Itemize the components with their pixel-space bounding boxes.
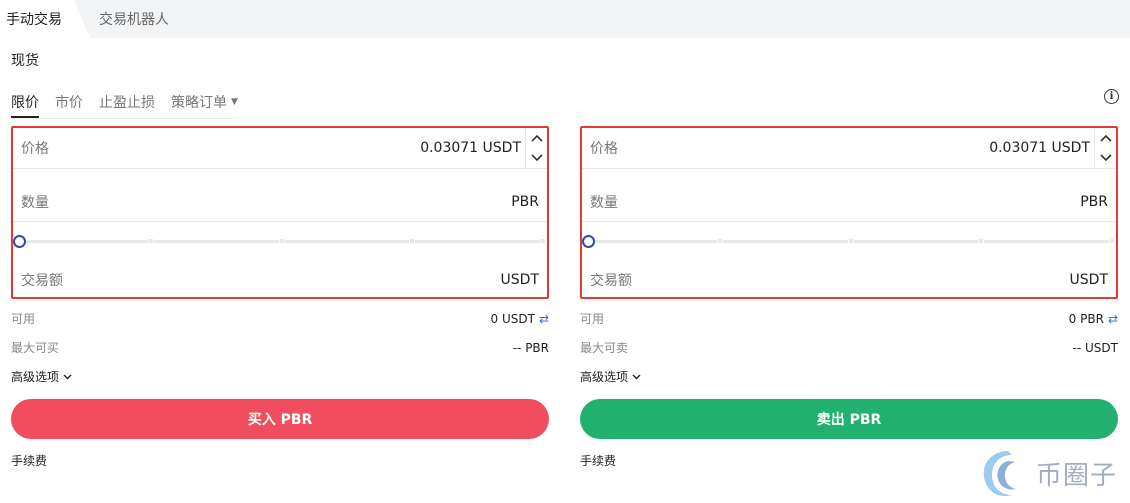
sell-form-panel: 价格 0.03071 USDT 数量 PBR 交易额 USDT [580,126,1118,299]
sell-available-row: 可用 0 PBR ⇄ [580,310,1118,327]
max-sell-value: -- USDT [1072,340,1118,355]
quantity-unit: PBR [511,193,539,210]
buy-quantity-field[interactable]: 数量 PBR [13,182,547,222]
chevron-down-icon[interactable] [1095,148,1116,168]
buy-max-row: 最大可买 -- PBR [11,339,549,356]
slider-step-mark [848,238,854,244]
buy-available-row: 可用 0 USDT ⇄ [11,310,549,327]
slider-step-mark [978,238,984,244]
tab-manual-trading[interactable]: 手动交易 [0,0,90,38]
order-tab-limit[interactable]: 限价 [11,88,39,118]
sell-button[interactable]: 卖出 PBR [580,399,1118,439]
max-buy-label: 最大可买 [11,341,60,355]
slider-step-mark [279,238,285,244]
order-tab-label: 限价 [11,95,39,111]
max-sell-label: 最大可卖 [580,341,629,355]
swap-arrows-icon[interactable]: ⇄ [1108,312,1118,326]
chevron-up-icon[interactable] [526,128,547,148]
amount-unit: USDT [500,272,539,288]
watermark-text: 币圈子 [1036,460,1118,491]
tab-trading-bot[interactable]: 交易机器人 [99,0,169,38]
watermark: 币圈子 [978,445,1117,501]
available-value: 0 PBR [1068,311,1104,326]
slider-step-mark [148,238,154,244]
info-circle-icon[interactable]: i [1104,89,1119,104]
quantity-unit: PBR [1080,193,1108,210]
top-tab-bar: 手动交易 交易机器人 [0,0,1130,38]
buy-fee-label: 手续费 [11,454,48,468]
slider-step-mark [1109,238,1115,244]
available-value: 0 USDT [490,311,535,326]
buy-amount-slider[interactable] [13,231,547,251]
slider-step-mark [540,238,546,244]
advanced-options-label: 高级选项 [580,370,629,384]
slider-handle[interactable] [13,235,26,248]
slider-handle[interactable] [582,235,595,248]
advanced-options-label: 高级选项 [11,370,60,384]
buy-button[interactable]: 买入 PBR [11,399,549,439]
section-title-spot: 现货 [11,53,39,69]
sell-amount-slider[interactable] [582,231,1116,251]
order-type-tabs: 限价 市价 止盈止损 策略订单 ▼ [11,88,254,118]
tab-manual-label: 手动交易 [6,12,62,28]
buy-total-field[interactable]: 交易额 USDT [13,262,547,298]
sell-price-field[interactable]: 价格 0.03071 USDT [582,128,1116,169]
slider-step-mark [717,238,723,244]
buy-advanced-options[interactable]: 高级选项 [11,368,72,385]
buy-price-field[interactable]: 价格 0.03071 USDT [13,128,547,169]
sell-total-field[interactable]: 交易额 USDT [582,262,1116,298]
buy-form-panel: 价格 0.03071 USDT 数量 PBR 交易额 USDT [11,126,549,299]
swap-arrows-icon[interactable]: ⇄ [539,312,549,326]
slider-step-mark [409,238,415,244]
amount-label: 交易额 [590,273,632,289]
order-tab-label: 市价 [55,95,83,111]
amount-label: 交易额 [21,273,63,289]
price-value: 0.03071 USDT [989,140,1090,156]
buy-price-stepper [525,128,547,169]
sell-quantity-field[interactable]: 数量 PBR [582,182,1116,222]
amount-unit: USDT [1069,272,1108,288]
order-tab-label: 止盈止损 [99,95,155,111]
available-label: 可用 [580,312,605,326]
order-tab-market[interactable]: 市价 [55,88,83,116]
chevron-up-icon[interactable] [1095,128,1116,148]
tab-bot-label: 交易机器人 [99,12,169,28]
watermark-logo-icon [983,451,1016,497]
tabs-divider [11,118,239,119]
chevron-down-icon[interactable] [526,148,547,168]
price-label: 价格 [21,141,49,157]
chevron-down-icon [632,374,641,379]
caret-down-icon: ▼ [231,97,238,107]
order-tab-label: 策略订单 [171,95,227,111]
sell-advanced-options[interactable]: 高级选项 [580,368,641,385]
chevron-down-icon [63,374,72,379]
order-tab-stop[interactable]: 止盈止损 [99,88,155,116]
sell-max-row: 最大可卖 -- USDT [580,339,1118,356]
quantity-label: 数量 [21,194,49,211]
price-value: 0.03071 USDT [420,140,521,156]
sell-fee-label: 手续费 [580,454,617,468]
price-label: 价格 [590,141,618,157]
sell-price-stepper [1094,128,1116,169]
available-label: 可用 [11,312,36,326]
max-buy-value: -- PBR [512,340,549,355]
order-tab-strategy[interactable]: 策略订单 ▼ [171,88,238,116]
quantity-label: 数量 [590,194,618,211]
